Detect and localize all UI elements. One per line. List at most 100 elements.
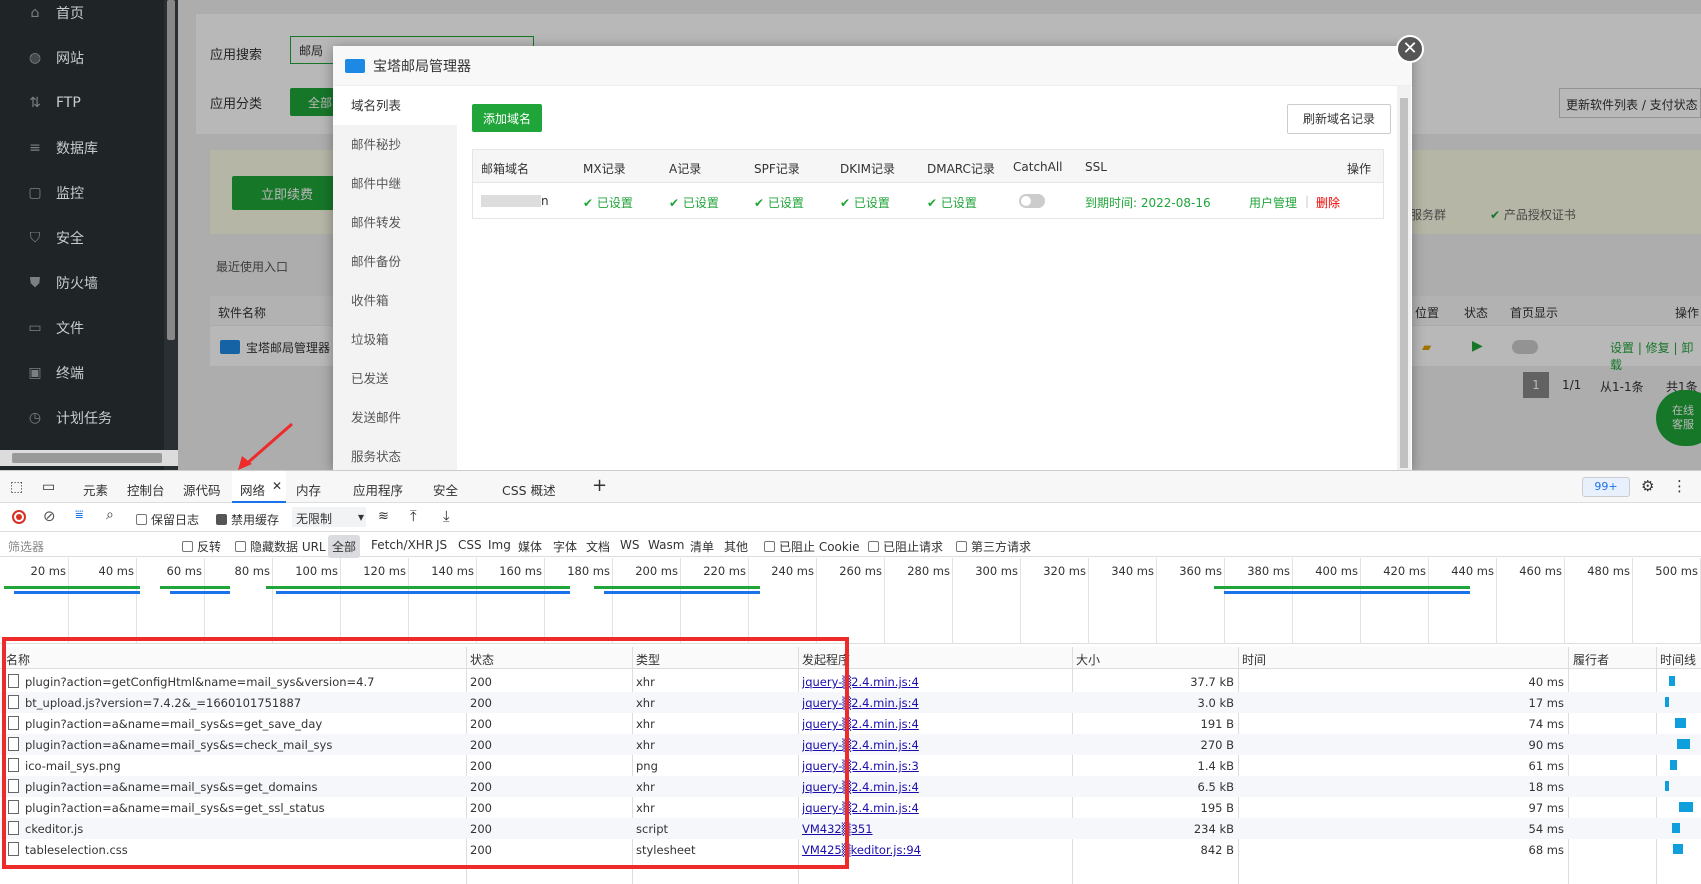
modal-scrollbar[interactable] [1397,86,1411,470]
sidebar-item[interactable]: ▣ 终端 [0,353,164,393]
sidebar-item[interactable]: ⛉ 安全 [0,218,164,258]
sidebar-scrollbar[interactable] [164,0,178,470]
modal-menu-item[interactable]: 已发送 [333,359,457,398]
close-icon[interactable]: ✕ [1396,35,1424,63]
type-font[interactable]: 字体 [553,538,577,555]
tab-console[interactable]: 控制台 [127,480,165,499]
sidebar-item[interactable]: ▭ 文件 [0,308,164,348]
catchall-toggle[interactable] [1019,194,1045,208]
col-size[interactable]: 大小 [1076,651,1100,668]
col-fulfilled-by[interactable]: 履行者 [1573,651,1609,668]
chevron-down-icon: ▾ [357,510,364,524]
sidebar-item-label: 计划任务 [56,411,112,427]
tab-memory[interactable]: 内存 [296,480,321,499]
type-other[interactable]: 其他 [724,538,748,555]
request-time: 40 ms [1528,675,1564,689]
sidebar-item[interactable]: ◍ 网站 [0,38,164,78]
a-status: ✔ 已设置 [669,196,719,210]
modal-menu-item[interactable]: 发送邮件 [333,398,457,437]
modal-menu-item[interactable]: 邮件秘抄 [333,125,457,164]
throttle-select[interactable]: 无限制 ▾ [292,507,366,527]
type-css[interactable]: CSS [458,538,482,552]
clear-icon[interactable]: ⊘ [43,507,56,525]
sidebar-item-label: 监控 [56,186,84,202]
col-waterfall[interactable]: 时间线 [1660,651,1696,668]
sidebar-item[interactable]: ⇅ FTP [0,83,164,123]
type-js[interactable]: JS [436,538,447,552]
timeline-tick: 380 ms [1247,564,1290,578]
wifi-settings-icon[interactable]: ≋ [378,509,389,524]
issues-badge[interactable]: 99+ [1582,477,1630,497]
blocked-cookie-checkbox[interactable]: 已阻止 Cookie [764,538,860,555]
tab-network[interactable]: 网络 ✕ [232,471,286,503]
record-icon[interactable] [12,510,26,524]
request-size: 842 B [1200,843,1235,857]
sidebar-item[interactable]: ⌂ 首页 [0,0,164,33]
export-har-icon[interactable]: ⤓ [443,507,450,525]
import-har-icon[interactable]: ⤒ [410,507,417,525]
waterfall-bar [1669,676,1675,686]
invert-checkbox[interactable]: 反转 [182,538,221,555]
third-party-checkbox[interactable]: 第三方请求 [956,538,1031,555]
device-toolbar-icon[interactable]: ▭ [42,479,55,495]
type-all[interactable]: 全部 [328,535,361,558]
network-toolbar: ⊘ ⩸ ⌕ 保留日志 禁用缓存 无限制 ▾ ≋ ⤒ ⤓ [0,504,1701,532]
delete-link[interactable]: 删除 [1316,194,1340,211]
add-domain-button[interactable]: 添加域名 [472,104,542,132]
network-overview-timeline[interactable]: 20 ms 40 ms 60 ms 80 ms 100 ms 120 ms 140 ms 16… [0,558,1701,644]
modal-menu-item[interactable]: 收件箱 [333,281,457,320]
horizontal-scrollbar[interactable] [0,450,178,466]
add-tab-icon[interactable]: + [592,475,607,496]
sidebar-item[interactable]: ◷ 计划任务 [0,398,164,438]
timeline-bar [604,591,760,594]
tab-security[interactable]: 安全 [433,480,458,499]
dmarc-status: ✔ 已设置 [927,196,977,210]
refresh-domain-button[interactable]: 刷新域名记录 [1287,104,1391,134]
type-ws[interactable]: WS [620,538,639,552]
modal-menu-item[interactable]: 服务状态 [333,437,457,470]
tab-elements[interactable]: 元素 [83,480,108,499]
modal-menu-item[interactable]: 邮件转发 [333,203,457,242]
gear-icon[interactable]: ⚙ [1641,477,1654,495]
timeline-bar [1224,591,1470,594]
spf-status: ✔ 已设置 [754,196,804,210]
preserve-log-checkbox[interactable]: 保留日志 [136,511,199,528]
modal-menu-item[interactable]: 邮件备份 [333,242,457,281]
request-size: 37.7 kB [1190,675,1234,689]
type-fetch-xhr[interactable]: Fetch/XHR [371,538,433,552]
filter-icon[interactable]: ⩸ [75,507,84,523]
close-tab-icon[interactable]: ✕ [272,479,282,493]
type-manifest[interactable]: 清单 [690,538,714,555]
type-wasm[interactable]: Wasm [648,538,684,552]
modal-menu-item[interactable]: 邮件中继 [333,164,457,203]
sidebar-item-label: 终端 [56,366,84,382]
hide-data-url-checkbox[interactable]: 隐藏数据 URL [235,538,326,555]
type-img[interactable]: Img [488,538,511,552]
col-dkim: DKIM记录 [840,162,896,176]
timeline-gridline [136,558,137,644]
tab-css-overview[interactable]: CSS 概述 [502,480,556,499]
type-media[interactable]: 媒体 [518,538,542,555]
col-time[interactable]: 时间 [1242,651,1266,668]
tab-network-label: 网络 [240,483,266,498]
inspect-icon[interactable]: ⬚ [10,479,23,495]
col-dmarc: DMARC记录 [927,162,995,176]
timeline-gridline [1428,558,1429,644]
type-doc[interactable]: 文档 [586,538,610,555]
col-spf: SPF记录 [754,162,800,176]
sidebar-item[interactable]: ▢ 监控 [0,173,164,213]
modal-menu-item[interactable]: 垃圾箱 [333,320,457,359]
tab-sources[interactable]: 源代码 [183,480,221,499]
request-time: 97 ms [1528,801,1564,815]
sidebar-item[interactable]: ≡ 数据库 [0,128,164,168]
filter-input[interactable]: 筛选器 [8,538,44,555]
blocked-request-checkbox[interactable]: 已阻止请求 [868,538,943,555]
search-icon[interactable]: ⌕ [106,507,114,523]
sidebar-item[interactable]: ⛊ 防火墙 [0,263,164,303]
customize-icon[interactable]: ⋮ [1672,477,1687,495]
timeline-tick: 260 ms [839,564,882,578]
tab-application[interactable]: 应用程序 [353,480,403,499]
modal-menu-item[interactable]: 域名列表 [333,86,457,125]
disable-cache-checkbox[interactable]: 禁用缓存 [216,511,279,528]
user-management-link[interactable]: 用户管理 [1249,194,1297,211]
